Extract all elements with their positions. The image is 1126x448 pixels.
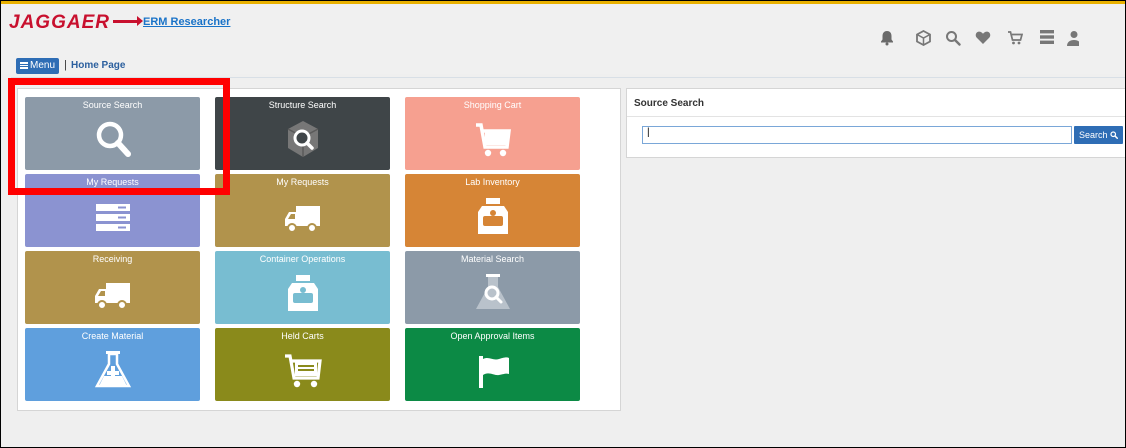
molecule-search-icon bbox=[284, 119, 322, 159]
search-icon[interactable] bbox=[943, 30, 963, 50]
flask-plus-icon bbox=[94, 350, 132, 390]
search-button[interactable]: Search bbox=[1074, 126, 1123, 144]
tile-title: Material Search bbox=[460, 254, 525, 264]
tile-title: Held Carts bbox=[281, 331, 324, 341]
tile-shopping-cart[interactable]: Shopping Cart bbox=[405, 97, 580, 170]
tile-title: Open Approval Items bbox=[450, 331, 535, 341]
breadcrumb-separator: | bbox=[64, 59, 67, 71]
header: JAGGAER ERM Researcher Menu | Home Page bbox=[1, 4, 1125, 74]
source-search-title: Source Search bbox=[634, 98, 705, 109]
tile-open-approval-items[interactable]: Open Approval Items bbox=[405, 328, 580, 401]
tile-title: Receiving bbox=[92, 254, 133, 264]
tile-title: Structure Search bbox=[268, 100, 337, 110]
tile-structure-search[interactable]: Structure Search bbox=[215, 97, 390, 170]
heart-icon[interactable] bbox=[973, 30, 993, 50]
search-icon bbox=[1110, 130, 1119, 140]
tile-lab-inventory[interactable]: Lab Inventory bbox=[405, 174, 580, 247]
tile-held-carts[interactable]: Held Carts bbox=[215, 328, 390, 401]
flask-search-icon bbox=[474, 273, 512, 313]
user-icon[interactable] bbox=[1067, 30, 1079, 50]
source-search-input[interactable]: | bbox=[642, 126, 1072, 144]
cart-icon bbox=[474, 119, 512, 159]
truck-icon bbox=[94, 273, 132, 313]
flag-icon bbox=[474, 350, 512, 390]
tile-my-requests[interactable]: My Requests bbox=[215, 174, 390, 247]
hamburger-icon bbox=[20, 61, 28, 70]
menu-button[interactable]: Menu bbox=[16, 58, 60, 74]
tile-title: Shopping Cart bbox=[463, 100, 522, 110]
menu-label: Menu bbox=[30, 60, 56, 71]
panel-divider bbox=[627, 116, 1125, 117]
server-list-icon bbox=[94, 196, 132, 236]
list-icon[interactable] bbox=[1037, 30, 1057, 50]
logo-arrow-icon bbox=[113, 16, 143, 26]
tile-title: My Requests bbox=[276, 177, 329, 187]
search-button-label: Search bbox=[1078, 130, 1108, 140]
tile-create-material[interactable]: Create Material bbox=[25, 328, 200, 401]
cube-icon[interactable] bbox=[913, 29, 933, 50]
app-name-link[interactable]: ERM Researcher bbox=[143, 16, 230, 28]
source-search-panel: Source Search | Search bbox=[626, 88, 1125, 158]
tile-receiving[interactable]: Receiving bbox=[25, 251, 200, 324]
tile-title: Create Material bbox=[81, 331, 144, 341]
cart-list-icon bbox=[284, 350, 322, 390]
truck-icon bbox=[284, 196, 322, 236]
tile-container-operations[interactable]: Container Operations bbox=[215, 251, 390, 324]
app-window: JAGGAER ERM Researcher Menu | Home Page … bbox=[0, 0, 1126, 448]
breadcrumb-home[interactable]: Home Page bbox=[71, 60, 125, 71]
tile-title: Container Operations bbox=[259, 254, 346, 264]
bottle-icon bbox=[284, 273, 322, 313]
bell-icon[interactable] bbox=[877, 30, 897, 50]
cart-icon[interactable] bbox=[1005, 30, 1025, 50]
tile-material-search[interactable]: Material Search bbox=[405, 251, 580, 324]
highlight-box bbox=[8, 78, 230, 195]
tile-title: Lab Inventory bbox=[465, 177, 520, 187]
bottle-icon bbox=[474, 196, 512, 236]
jaggaer-logo: JAGGAER bbox=[9, 12, 110, 33]
